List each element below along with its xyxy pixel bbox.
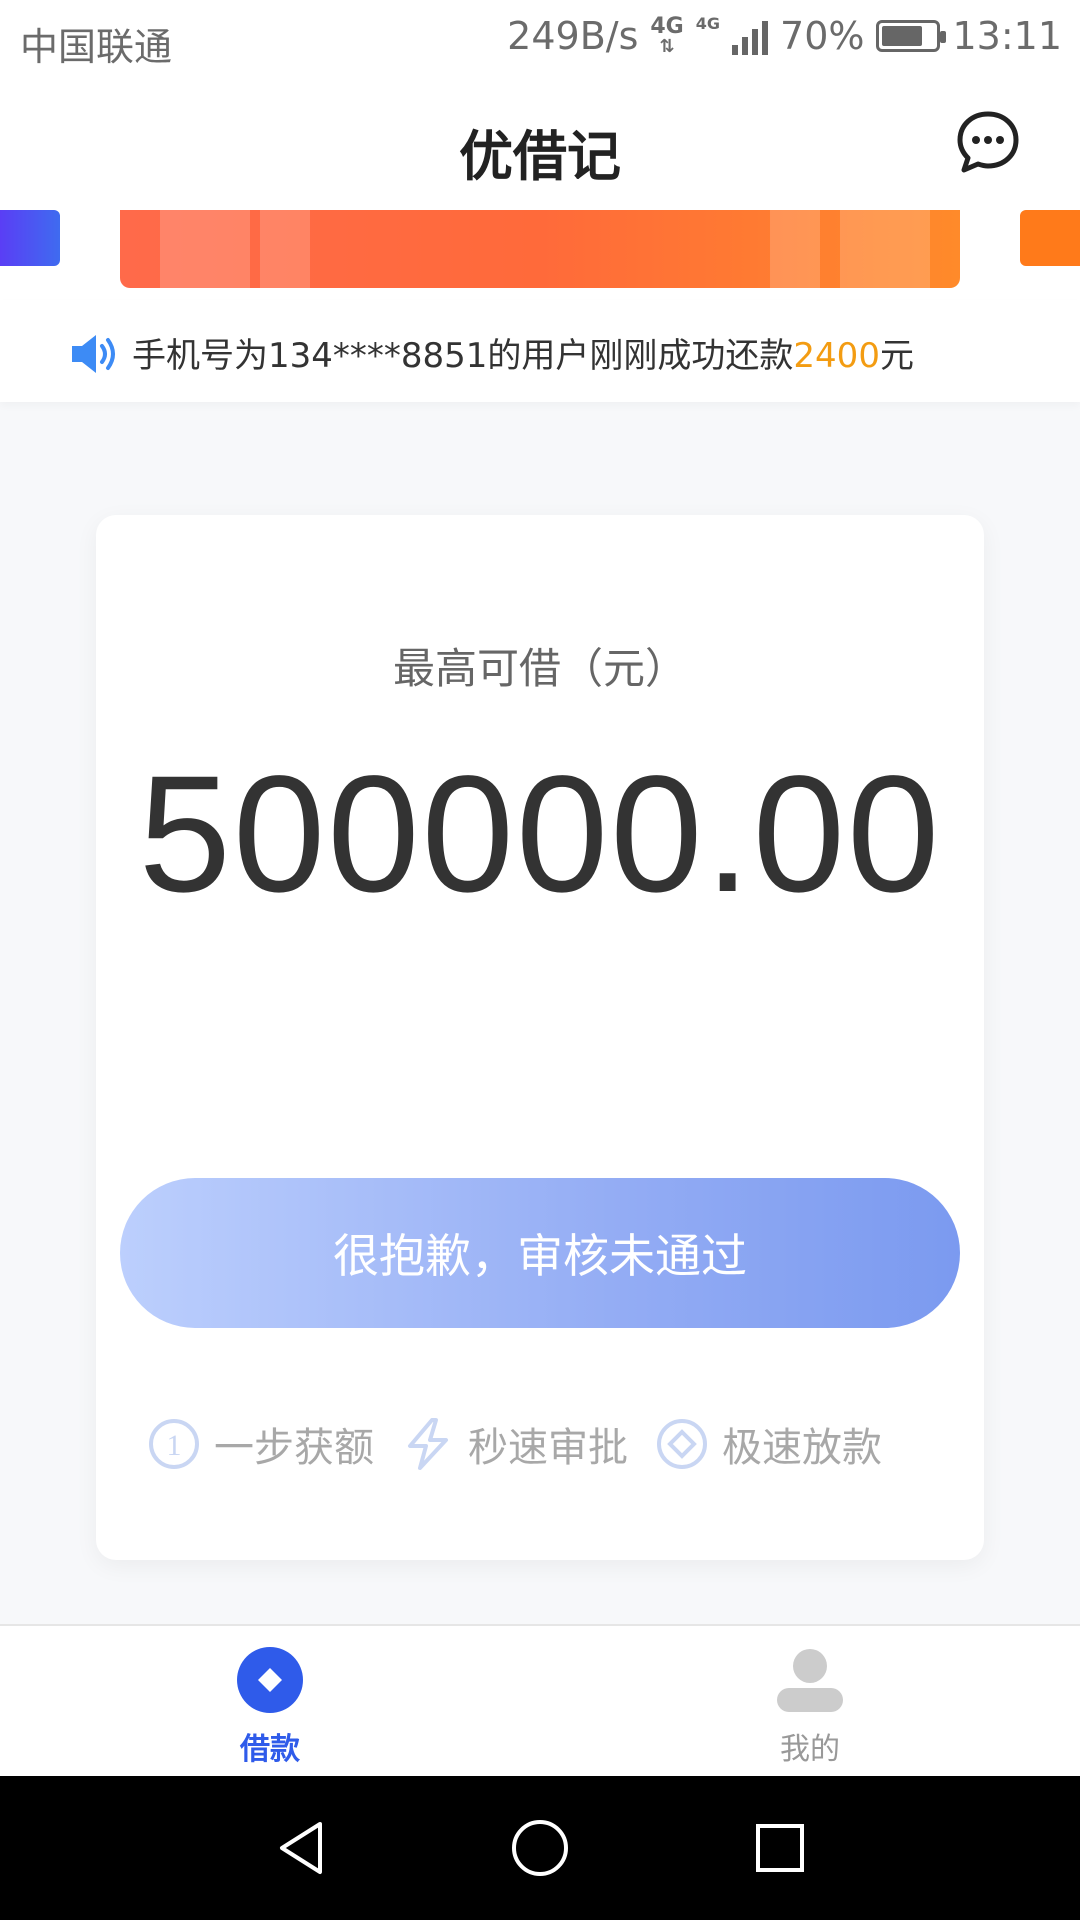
feature-item: 秒速审批	[402, 1415, 628, 1473]
notice-suffix: 元	[879, 336, 914, 376]
net-speed: 249B/s	[507, 14, 639, 58]
battery-icon	[876, 20, 947, 52]
tab-loan[interactable]: 借款	[170, 1646, 370, 1768]
loan-icon	[237, 1647, 303, 1713]
max-loan-amount: 500000.00	[138, 742, 942, 927]
carrier-name: 中国联通	[20, 25, 173, 69]
user-icon	[777, 1649, 843, 1712]
banner-carousel[interactable]	[0, 210, 1080, 300]
feature-item: 极速放款	[656, 1415, 882, 1473]
diamond-icon	[657, 1419, 707, 1469]
status-bar: 中国联通 249B/s 4G ⇅ 4G 70% 13:11	[0, 0, 1080, 78]
loan-card: 最高可借（元） 500000.00 很抱歉，审核未通过 1 一步获额 秒速审批 …	[96, 515, 984, 1560]
tab-me-label: 我的	[780, 1732, 840, 1767]
max-loan-label: 最高可借（元）	[392, 644, 687, 693]
notice-bar: 手机号为134****8851的用户刚刚成功还款2400元	[0, 300, 1080, 402]
notice-amount: 2400	[793, 336, 880, 376]
feature-label: 秒速审批	[468, 1425, 628, 1471]
banner-prev-slide[interactable]	[0, 210, 60, 266]
system-nav-bar	[0, 1776, 1080, 1920]
network-type-small: 4G	[695, 14, 721, 33]
clock: 13:11	[952, 14, 1062, 58]
signal-icon	[732, 17, 769, 55]
home-icon[interactable]	[510, 1818, 570, 1878]
feature-item: 1 一步获额	[148, 1415, 374, 1473]
svg-text:1: 1	[167, 1429, 182, 1462]
tab-me[interactable]: 我的	[710, 1646, 910, 1768]
app-header: 优借记	[0, 78, 1080, 210]
number-one-icon: 1	[149, 1419, 199, 1469]
bottom-nav: 借款 我的	[0, 1624, 1080, 1776]
notice-prefix: 手机号为134****8851的用户刚刚成功还款	[132, 336, 794, 376]
network-type-icon: 4G ⇅	[650, 14, 684, 57]
lightning-icon	[408, 1418, 448, 1470]
review-status-button[interactable]: 很抱歉，审核未通过	[120, 1178, 960, 1328]
page-title: 优借记	[459, 125, 621, 188]
feature-list: 1 一步获额 秒速审批 极速放款	[148, 1415, 910, 1473]
tab-loan-label: 借款	[240, 1732, 300, 1767]
feature-label: 一步获额	[214, 1425, 374, 1471]
chat-bubble-icon[interactable]	[956, 110, 1020, 174]
status-icons: 249B/s 4G ⇅ 4G 70% 13:11	[507, 14, 1062, 58]
feature-label: 极速放款	[722, 1425, 882, 1471]
banner-next-slide[interactable]	[1020, 210, 1080, 266]
network-type-label: 4G	[650, 14, 684, 39]
battery-percent: 70%	[780, 14, 865, 58]
notice-text: 手机号为134****8851的用户刚刚成功还款2400元	[132, 328, 914, 377]
banner-current-slide[interactable]	[120, 210, 960, 288]
recent-apps-icon[interactable]	[750, 1818, 810, 1878]
back-icon[interactable]	[272, 1818, 332, 1878]
speaker-icon	[72, 335, 115, 373]
